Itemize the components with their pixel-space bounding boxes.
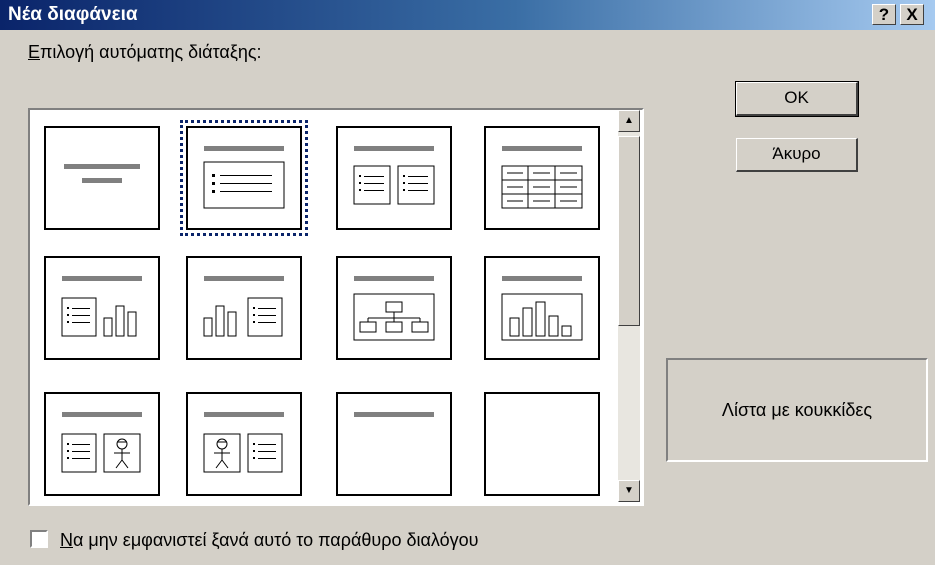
ok-button[interactable]: OK <box>735 81 859 117</box>
layout-chart-and-text[interactable] <box>186 256 302 360</box>
dont-show-again-label[interactable]: Να μην εμφανιστεί ξανά αυτό το παράθυρο … <box>60 530 478 551</box>
layout-chart[interactable] <box>484 256 600 360</box>
title-only-icon <box>354 412 434 417</box>
layout-text-and-chart[interactable] <box>44 256 160 360</box>
layout-list[interactable] <box>28 108 644 506</box>
layout-list-scrollbar[interactable]: ▲ ▼ <box>618 110 640 502</box>
dialog-title: Νέα διαφάνεια <box>8 4 138 25</box>
layout-label: Επιλογή αυτόματης διάταξης: <box>28 42 262 62</box>
layout-table[interactable] <box>484 126 600 230</box>
layout-title-slide[interactable] <box>44 126 160 230</box>
layout-title-only[interactable] <box>336 392 452 496</box>
title-bar: Νέα διαφάνεια ? X <box>0 0 935 30</box>
selected-layout-name: Λίστα με κουκκίδες <box>721 399 873 420</box>
chart-and-text-icon <box>203 276 284 337</box>
layout-name-preview: Λίστα με κουκκίδες <box>666 358 928 462</box>
layout-organization-chart[interactable] <box>336 256 452 360</box>
dont-show-again-checkbox[interactable] <box>30 530 48 548</box>
layout-blank[interactable] <box>484 392 600 496</box>
layout-two-column-text[interactable] <box>336 126 452 230</box>
scroll-down-button[interactable]: ▼ <box>618 480 640 502</box>
org-chart-icon <box>353 276 435 341</box>
layout-text-and-clip-art[interactable] <box>44 392 160 496</box>
layout-bulleted-list[interactable] <box>180 120 308 236</box>
close-button[interactable]: X <box>900 4 924 25</box>
scroll-up-button[interactable]: ▲ <box>618 110 640 132</box>
bulleted-list-icon <box>203 146 285 209</box>
layout-clip-art-and-text[interactable] <box>186 392 302 496</box>
text-and-chart-icon <box>61 276 142 337</box>
clip-art-and-text-icon <box>203 412 284 473</box>
chart-icon <box>501 276 583 341</box>
help-button[interactable]: ? <box>872 4 896 25</box>
text-and-clip-art-icon <box>61 412 142 473</box>
table-icon <box>501 146 583 209</box>
title-slide-icon <box>64 164 140 183</box>
two-column-text-icon <box>353 146 435 205</box>
scroll-thumb[interactable] <box>618 136 640 326</box>
cancel-button[interactable]: Άκυρο <box>736 138 858 172</box>
